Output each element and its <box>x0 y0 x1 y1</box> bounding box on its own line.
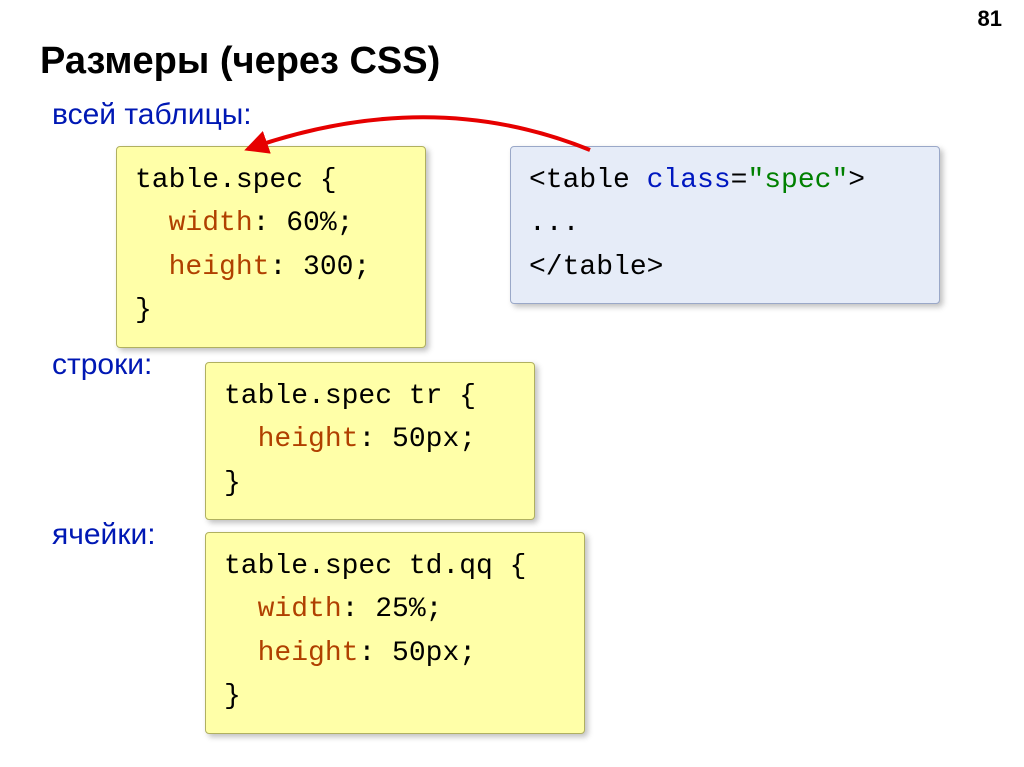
code-text: = <box>731 165 748 196</box>
code-text: ... <box>529 208 579 239</box>
label-rows: строки: <box>52 348 152 382</box>
label-whole-table: всей таблицы: <box>52 98 252 132</box>
code-text: class <box>647 165 731 196</box>
code-box-row: table.spec tr { height: 50px; } <box>205 362 535 520</box>
slide-title: Размеры (через CSS) <box>40 40 440 83</box>
code-text: width <box>169 208 253 239</box>
code-text: } <box>224 681 241 712</box>
code-text: "spec" <box>747 165 848 196</box>
code-text: : 60%; <box>253 208 354 239</box>
html-box: <table class="spec"> ... </table> <box>510 146 940 304</box>
code-text: height <box>169 252 270 283</box>
code-box-cell: table.spec td.qq { width: 25%; height: 5… <box>205 532 585 734</box>
code-text: } <box>135 295 152 326</box>
code-text: : 300; <box>269 252 370 283</box>
code-text <box>224 638 258 669</box>
code-text: } <box>224 468 241 499</box>
code-text: : 25%; <box>342 594 443 625</box>
code-text <box>135 208 169 239</box>
code-text <box>224 594 258 625</box>
page-number: 81 <box>978 6 1002 32</box>
code-text: table.spec td.qq { <box>224 551 526 582</box>
code-text: table.spec { <box>135 165 337 196</box>
code-text: table.spec tr { <box>224 381 476 412</box>
code-text: : 50px; <box>358 424 476 455</box>
code-text: </table> <box>529 252 663 283</box>
code-text: > <box>848 165 865 196</box>
code-text <box>224 424 258 455</box>
label-cells: ячейки: <box>52 518 156 552</box>
code-text: height <box>258 424 359 455</box>
code-text: <table <box>529 165 647 196</box>
code-text: height <box>258 638 359 669</box>
code-text: width <box>258 594 342 625</box>
code-text: : 50px; <box>358 638 476 669</box>
code-text <box>135 252 169 283</box>
code-box-table: table.spec { width: 60%; height: 300; } <box>116 146 426 348</box>
